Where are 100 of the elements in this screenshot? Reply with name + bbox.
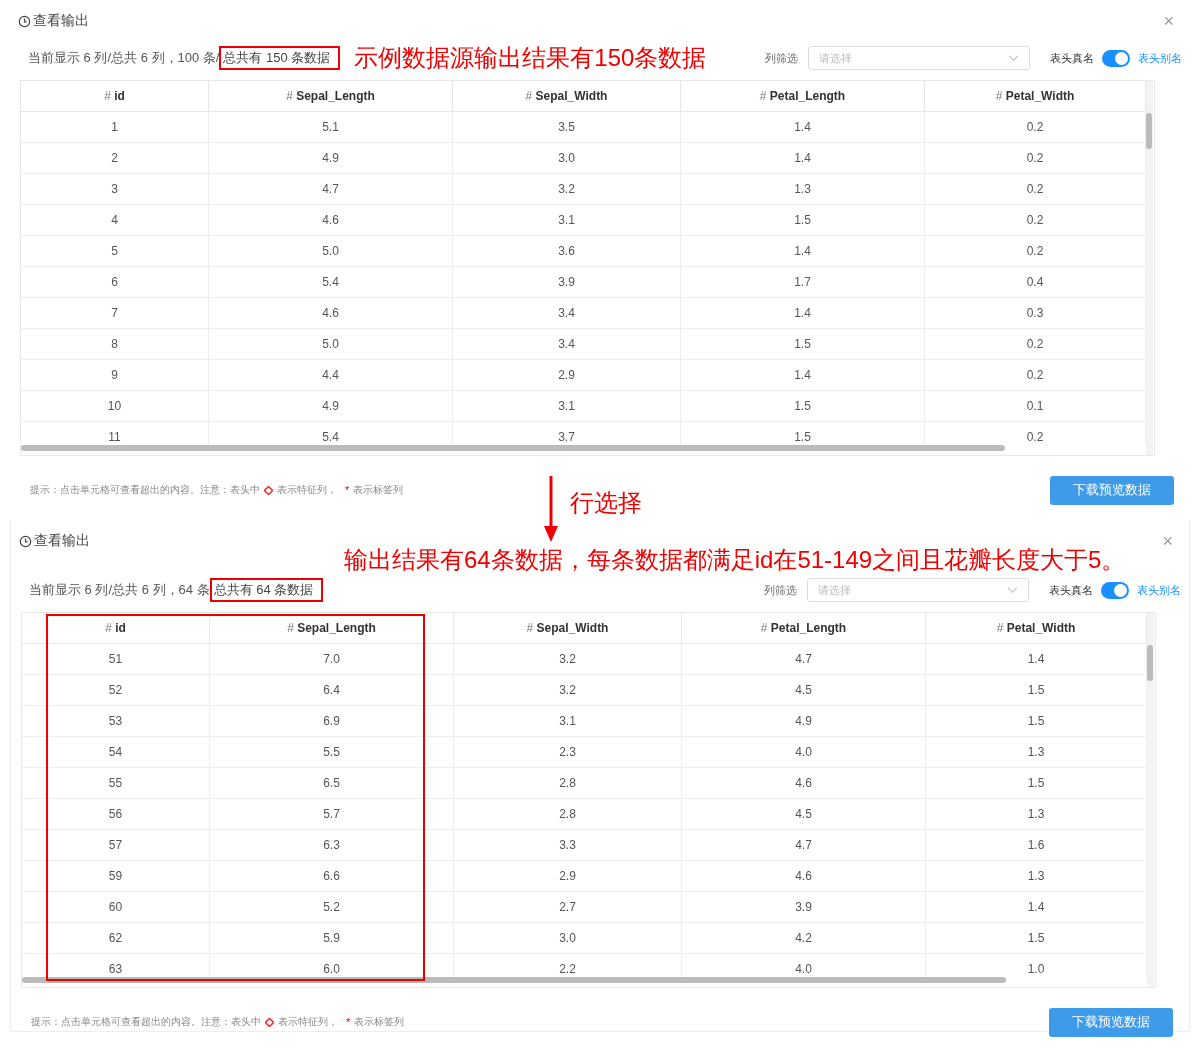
column-header: # Petal_Length [681,81,925,112]
vertical-scrollbar[interactable] [1147,645,1153,681]
annotation-text: 示例数据源输出结果有150条数据 [354,43,707,73]
table-cell: 5.1 [209,112,453,143]
column-header: # Sepal_Width [454,613,682,644]
dialog-title: 查看输出 [33,12,89,30]
clock-icon [18,14,31,28]
table-cell: 59 [22,861,210,892]
alias-label: 表头别名 [1138,50,1182,66]
header-toggle[interactable] [1102,49,1130,67]
table-cell: 3.2 [453,174,681,205]
table-cell: 5.4 [209,267,453,298]
down-arrow [543,476,559,542]
table-cell: 1.5 [681,329,925,360]
table-cell: 4.4 [209,360,453,391]
table-cell: 1.4 [681,112,925,143]
table-cell: 3.2 [454,675,682,706]
close-button[interactable]: × [1155,10,1182,32]
table-cell: 2.9 [454,861,682,892]
column-filter-select[interactable]: 请选择 [808,46,1030,70]
table-cell: 5.5 [210,737,454,768]
table-cell: 5.9 [210,923,454,954]
table-cell: 57 [22,830,210,861]
table-cell: 4.9 [209,143,453,174]
table-cell: 3.4 [453,298,681,329]
horizontal-scrollbar[interactable] [22,977,1006,983]
table-cell: 60 [22,892,210,923]
table-cell: 6 [21,267,209,298]
table-cell: 9 [21,360,209,391]
hint-text: 提示：点击单元格可查看超出的内容。注意：表头中 [30,483,260,497]
table-cell: 1.4 [681,360,925,391]
table-cell: 51 [22,644,210,675]
column-filter-select[interactable]: 请选择 [807,578,1029,602]
table-cell: 56 [22,799,210,830]
table-cell: 6.3 [210,830,454,861]
table-cell: 3.4 [453,329,681,360]
table-cell: 7.0 [210,644,454,675]
table-cell: 3.1 [453,391,681,422]
hint-text: 表示标签列 [353,483,404,497]
table-cell: 8 [21,329,209,360]
table-cell: 4.6 [209,298,453,329]
vertical-scrollbar[interactable] [1146,113,1152,149]
table-cell: 4.0 [682,737,926,768]
table-cell: 6.6 [210,861,454,892]
table-cell: 4.9 [682,706,926,737]
switch-label: 表头真名 [1050,50,1094,66]
table-cell: 4.6 [209,205,453,236]
table-cell: 55 [22,768,210,799]
table-cell: 3 [21,174,209,205]
table-cell: 1.3 [681,174,925,205]
alias-label: 表头别名 [1137,582,1181,598]
column-header: # Sepal_Width [453,81,681,112]
chevron-icon [1007,586,1018,594]
table-cell: 4 [21,205,209,236]
diamond-icon [265,1017,274,1027]
table-cell: 62 [22,923,210,954]
table-cell: 1.4 [681,143,925,174]
column-header: # Petal_Length [682,613,926,644]
filter-label: 列筛选 [765,50,798,66]
table-cell: 6.9 [210,706,454,737]
table-cell: 53 [22,706,210,737]
close-button[interactable]: × [1154,530,1181,552]
table-cell: 3.2 [454,644,682,675]
table-cell: 3.9 [682,892,926,923]
table-cell: 4.6 [682,861,926,892]
column-header: # Sepal_Length [209,81,453,112]
table-cell: 2.8 [454,799,682,830]
table-cell: 3.1 [453,205,681,236]
table-cell: 4.5 [682,799,926,830]
header-toggle[interactable] [1101,581,1129,599]
table-cell: 5.0 [209,329,453,360]
diamond-icon [264,485,273,495]
table-cell: 5.2 [210,892,454,923]
table-cell: 1.7 [681,267,925,298]
horizontal-scrollbar[interactable] [21,445,1005,451]
table-cell: 4.2 [682,923,926,954]
table-cell: 3.0 [453,143,681,174]
table-cell: 4.7 [682,644,926,675]
download-button[interactable]: 下载预览数据 [1050,475,1174,505]
table-cell: 6.4 [210,675,454,706]
table-cell: 3.0 [454,923,682,954]
table-cell: 10 [21,391,209,422]
table-cell: 2.3 [454,737,682,768]
asterisk-mark: * [346,1016,351,1028]
table-cell: 2 [21,143,209,174]
annotation-text: 行选择 [570,488,642,518]
column-header: # id [22,613,210,644]
total-count: 总共有 64 条数据 [209,578,324,602]
table-cell: 3.6 [453,236,681,267]
table-cell: 1.5 [681,391,925,422]
chevron-icon [1008,54,1019,62]
download-button[interactable]: 下载预览数据 [1049,1007,1173,1037]
table-cell: 1.4 [681,298,925,329]
dialog-title: 查看输出 [34,532,90,550]
table-cell: 3.3 [454,830,682,861]
switch-label: 表头真名 [1049,582,1093,598]
table-cell: 5.0 [209,236,453,267]
table-cell: 54 [22,737,210,768]
table-cell: 3.1 [454,706,682,737]
summary-text: 当前显示 6 列/总共 6 列，64 条 [29,581,210,599]
